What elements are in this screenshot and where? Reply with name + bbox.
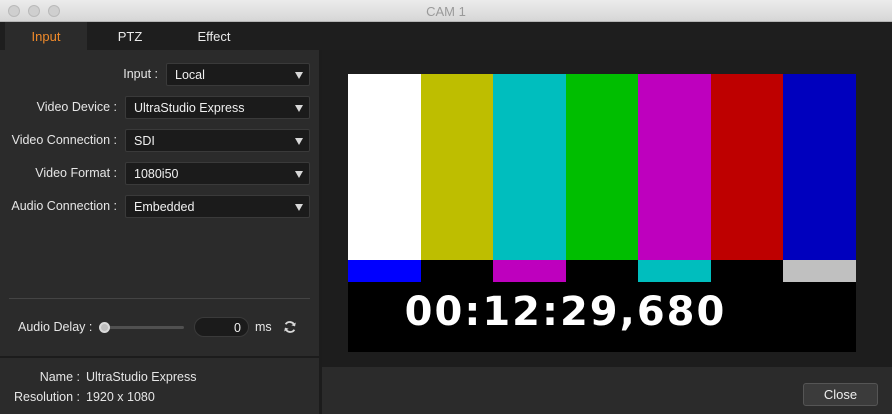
refresh-icon[interactable] xyxy=(283,320,297,334)
color-bar xyxy=(638,74,711,260)
audio-delay-value: 0 xyxy=(234,321,241,335)
color-bar xyxy=(348,74,421,260)
video-connection-select[interactable]: SDI xyxy=(125,129,310,152)
divider xyxy=(0,356,319,358)
audio-connection-select[interactable]: Embedded xyxy=(125,195,310,218)
color-bar xyxy=(493,74,566,260)
video-format-label: Video Format : xyxy=(35,166,117,180)
video-device-select[interactable]: UltraStudio Express xyxy=(125,96,310,119)
audio-connection-select-value: Embedded xyxy=(134,200,195,214)
color-bar-small xyxy=(638,260,711,282)
divider xyxy=(9,298,310,299)
video-connection-select-value: SDI xyxy=(134,134,155,148)
video-device-label: Video Device : xyxy=(36,100,117,114)
chevron-down-icon xyxy=(295,105,303,112)
color-bar xyxy=(783,74,856,260)
color-bar-small xyxy=(565,260,638,282)
audio-connection-label: Audio Connection : xyxy=(11,199,117,213)
tab-effect[interactable]: Effect xyxy=(172,22,256,50)
audio-delay-unit: ms xyxy=(255,320,272,334)
video-format-select[interactable]: 1080i50 xyxy=(125,162,310,185)
tab-input[interactable]: Input xyxy=(5,22,87,50)
window-title: CAM 1 xyxy=(426,4,466,19)
color-bar xyxy=(420,74,493,260)
resolution-label: Resolution : xyxy=(13,390,80,404)
tab-ptz[interactable]: PTZ xyxy=(90,22,170,50)
video-connection-label: Video Connection : xyxy=(11,133,117,147)
audio-delay-label: Audio Delay : xyxy=(18,320,93,334)
input-select[interactable]: Local xyxy=(166,63,310,86)
color-bar xyxy=(710,74,783,260)
chevron-down-icon xyxy=(295,72,303,79)
color-bar-small xyxy=(710,260,783,282)
input-select-value: Local xyxy=(175,68,205,82)
color-bar-small xyxy=(420,260,493,282)
audio-delay-slider-track[interactable] xyxy=(104,326,184,329)
tab-bar: Input PTZ Effect xyxy=(0,22,892,50)
title-bar: CAM 1 xyxy=(0,0,892,22)
video-format-select-value: 1080i50 xyxy=(134,167,179,181)
color-bar-small xyxy=(493,260,566,282)
color-bar-small xyxy=(348,260,421,282)
color-bar-small xyxy=(783,260,856,282)
close-button[interactable]: Close xyxy=(803,383,878,406)
device-name-label: Name : xyxy=(39,370,80,384)
video-preview: 00:12:29,680 xyxy=(348,74,856,352)
audio-delay-slider-thumb[interactable] xyxy=(99,322,110,333)
resolution-value: 1920 x 1080 xyxy=(86,390,155,404)
chevron-down-icon xyxy=(295,171,303,178)
chevron-down-icon xyxy=(295,138,303,145)
audio-delay-input[interactable]: 0 xyxy=(194,317,249,337)
video-device-select-value: UltraStudio Express xyxy=(134,101,245,115)
chevron-down-icon xyxy=(295,204,303,211)
color-bar xyxy=(565,74,638,260)
device-name-value: UltraStudio Express xyxy=(86,370,197,384)
input-label: Input : xyxy=(123,67,158,81)
timecode-display: 00:12:29,680 xyxy=(404,289,727,335)
